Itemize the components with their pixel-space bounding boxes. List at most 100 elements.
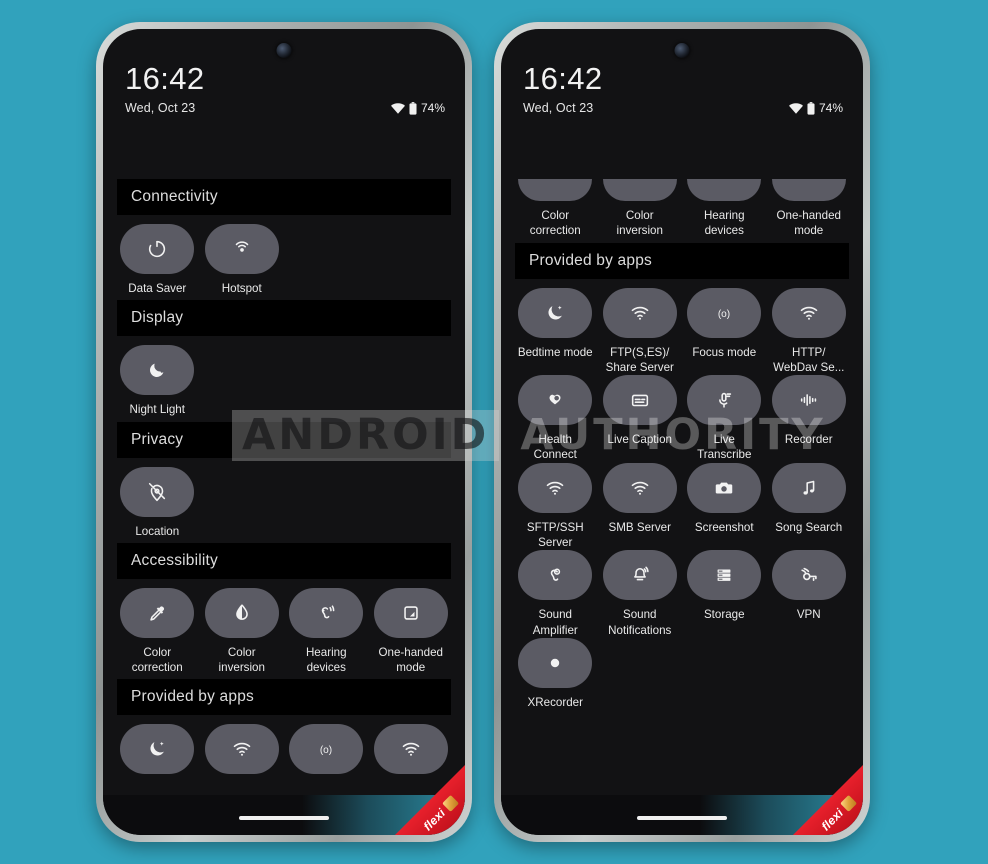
navigation-bar-left [103, 795, 465, 835]
qs-tile-label: Hearing devices [305, 645, 347, 675]
wifi-icon[interactable] [602, 462, 677, 513]
qs-tile[interactable]: Live Transcribe [686, 375, 763, 463]
qs-tile-label: SFTP/SSH Server [526, 520, 584, 550]
home-gesture-pill[interactable] [239, 816, 329, 820]
qs-tile[interactable]: Recorder [771, 375, 848, 463]
wifi-icon[interactable] [204, 724, 279, 775]
one-handed-icon[interactable] [771, 179, 846, 201]
qs-tile-label: Recorder [784, 433, 833, 447]
data-saver-icon[interactable] [120, 224, 195, 274]
eyedropper-icon[interactable] [518, 179, 593, 201]
record-dot-icon[interactable] [518, 637, 593, 688]
moon-icon[interactable] [120, 345, 195, 396]
qs-section-header: Accessibility [117, 542, 451, 579]
front-camera-punch-hole [276, 43, 292, 58]
qs-tile[interactable] [119, 724, 196, 775]
qs-tile[interactable]: Data Saver [119, 224, 196, 296]
qs-tile[interactable] [204, 724, 281, 775]
one-handed-icon[interactable] [373, 587, 448, 638]
qs-tile-label: VPN [796, 608, 821, 622]
wifi-icon[interactable] [771, 287, 846, 338]
status-date: Wed, Oct 23 [125, 101, 196, 115]
wifi-icon[interactable] [373, 724, 448, 775]
sound-amplifier-icon[interactable] [518, 550, 593, 601]
qs-tile[interactable]: One-handed mode [771, 179, 848, 239]
bedtime-icon[interactable] [518, 287, 593, 338]
qs-tile[interactable]: Sound Amplifier [517, 550, 594, 638]
status-bar-right: 16:42 Wed, Oct 23 74% [501, 29, 863, 115]
qs-tile[interactable]: Health Connect [517, 375, 594, 463]
eyedropper-icon[interactable] [120, 587, 195, 638]
qs-tile-row: Color correction Color inversion Hearing d… [103, 579, 465, 680]
home-gesture-pill[interactable] [637, 816, 727, 820]
qs-tile[interactable]: Sound Notifications [602, 550, 679, 638]
qs-tile-label: Bedtime mode [517, 345, 593, 359]
nav-glow [302, 795, 465, 835]
qs-tile-label: Sound Notifications [608, 608, 672, 637]
qs-tile-label: Data Saver [128, 282, 187, 295]
qs-tile[interactable]: Color inversion [204, 587, 281, 676]
svg-text:(o): (o) [718, 309, 730, 320]
qs-tile-row: Data Saver Hotspot [103, 215, 465, 300]
qs-tile[interactable]: Hotspot [204, 224, 281, 296]
qs-tile-row: Night Light [103, 336, 465, 421]
qs-tile[interactable]: Bedtime mode [517, 287, 594, 376]
qs-tile[interactable]: Color correction [119, 587, 196, 676]
qs-tile-label: One-handed mode [378, 645, 443, 675]
qs-tile[interactable]: Color inversion [602, 179, 679, 239]
status-date: Wed, Oct 23 [523, 101, 594, 115]
music-note-icon[interactable] [771, 462, 846, 513]
qs-tile-label: Color correction [529, 209, 581, 238]
qs-tile-label: Hotspot [221, 282, 262, 295]
qs-tile[interactable]: XRecorder [517, 637, 594, 710]
focus-mode-icon[interactable]: (o) [687, 287, 762, 338]
qs-tile[interactable]: SFTP/SSH Server [517, 462, 594, 551]
qs-tile[interactable]: Storage [686, 550, 763, 638]
contrast-droplet-icon[interactable] [602, 179, 677, 201]
bell-icon[interactable] [602, 550, 677, 601]
health-connect-icon[interactable] [518, 375, 593, 426]
qs-section-header: Display [117, 300, 451, 337]
qs-tile[interactable]: Hearing devices [288, 587, 365, 676]
quick-settings-panel-right[interactable]: Color correction Color inversion Hearing d… [501, 179, 863, 835]
qs-tile-label: Sound Amplifier [532, 608, 578, 637]
qs-tile[interactable]: Song Search [771, 462, 848, 551]
live-caption-icon[interactable] [602, 375, 677, 426]
qs-tile[interactable]: (o) [288, 724, 365, 775]
hearing-icon[interactable] [289, 587, 364, 638]
live-transcribe-icon[interactable] [687, 375, 762, 426]
hotspot-icon[interactable] [204, 224, 279, 274]
wifi-icon [390, 102, 405, 114]
qs-tile[interactable]: FTP(S,ES)/ Share Server [602, 287, 679, 376]
wifi-icon[interactable] [518, 462, 593, 513]
qs-tile[interactable]: One-handed mode [373, 587, 450, 676]
qs-tile[interactable]: Color correction [517, 179, 594, 239]
camera-icon[interactable] [687, 462, 762, 513]
battery-icon [807, 101, 815, 115]
qs-tile[interactable]: VPN [771, 550, 848, 638]
qs-tile[interactable] [373, 724, 450, 775]
qs-tile[interactable]: Hearing devices [686, 179, 763, 239]
wifi-icon[interactable] [602, 287, 677, 338]
qs-tile[interactable]: Screenshot [686, 462, 763, 551]
contrast-droplet-icon[interactable] [204, 587, 279, 638]
front-camera-punch-hole [674, 43, 690, 58]
waveform-icon[interactable] [771, 375, 846, 426]
phone-screen-right: 16:42 Wed, Oct 23 74% Color correction C… [501, 29, 863, 835]
qs-tile[interactable]: SMB Server [602, 462, 679, 551]
nav-glow [700, 795, 863, 835]
bedtime-icon[interactable] [120, 724, 195, 775]
qs-tile[interactable]: (o) Focus mode [686, 287, 763, 376]
vpn-key-icon[interactable] [771, 550, 846, 601]
focus-mode-icon[interactable]: (o) [289, 724, 364, 775]
qs-tile[interactable]: Live Caption [602, 375, 679, 463]
qs-section-header: Provided by apps [515, 242, 849, 279]
location-off-icon[interactable] [120, 466, 195, 517]
quick-settings-panel-left[interactable]: Connectivity Data Saver Hotspot Display Nigh… [103, 179, 465, 835]
qs-tile[interactable]: Night Light [119, 345, 196, 417]
qs-tile[interactable]: HTTP/ WebDav Se... [771, 287, 848, 376]
qs-tile-row: Bedtime mode FTP(S,ES)/ Share Server (o) Fo… [501, 279, 863, 715]
hearing-icon[interactable] [687, 179, 762, 201]
storage-icon[interactable] [687, 550, 762, 601]
qs-tile[interactable]: Location [119, 466, 196, 539]
